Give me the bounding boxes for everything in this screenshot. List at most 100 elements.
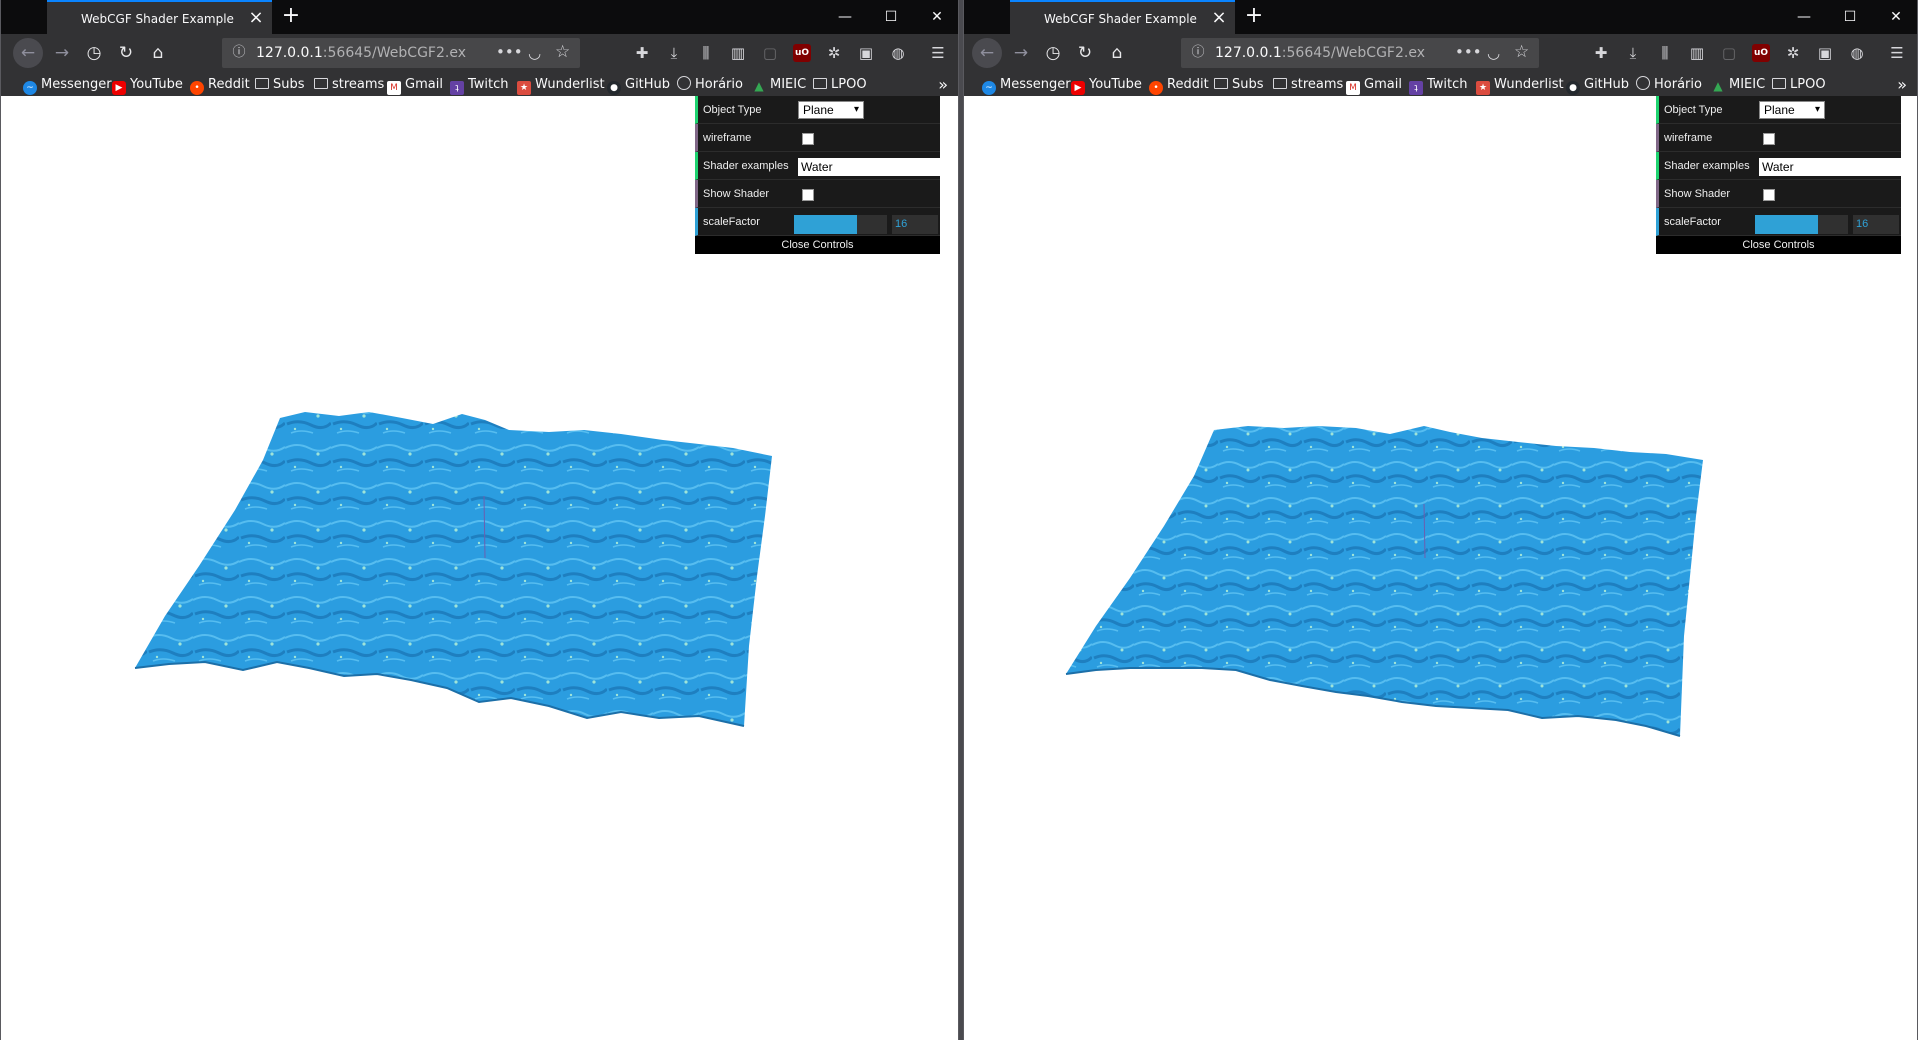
- bookmark-twitch[interactable]: ʇ Twitch: [1409, 76, 1468, 95]
- bookmark-subs[interactable]: Subs: [255, 76, 305, 94]
- bookmark-lpoo[interactable]: LPOO: [1772, 76, 1826, 94]
- home-icon[interactable]: ⌂: [143, 38, 173, 68]
- settings-gear-icon[interactable]: ✲: [823, 42, 845, 64]
- sidebar-icon[interactable]: ▥: [727, 42, 749, 64]
- minimize-icon[interactable]: —: [1781, 0, 1827, 34]
- extensions-icon[interactable]: ✚: [1590, 42, 1612, 64]
- bookmark-horario[interactable]: Horário: [677, 76, 743, 94]
- scale-factor-input[interactable]: 16: [1853, 215, 1899, 234]
- tab-active[interactable]: WebCGF Shader Example ×: [1010, 0, 1235, 34]
- bookmark-mieic[interactable]: ▲ MIEIC: [752, 76, 806, 94]
- maximize-icon[interactable]: ☐: [868, 0, 914, 34]
- bookmark-gmail[interactable]: M Gmail: [387, 76, 443, 95]
- bookmark-github[interactable]: ● GitHub: [1566, 76, 1629, 95]
- bookmark-reddit[interactable]: • Reddit: [190, 76, 250, 95]
- downloads-icon[interactable]: ⤓: [1622, 42, 1644, 64]
- gui-row-shader-examples: Shader examples Water: [1656, 152, 1901, 180]
- globe-icon[interactable]: ◍: [887, 42, 909, 64]
- globe-icon[interactable]: ◍: [1846, 42, 1868, 64]
- close-window-icon[interactable]: ✕: [914, 0, 958, 34]
- bookmark-wunderlist[interactable]: ★ Wunderlist: [517, 76, 605, 95]
- downloads-icon[interactable]: ⤓: [663, 42, 685, 64]
- bookmark-star-icon[interactable]: ☆: [555, 42, 570, 62]
- reload-icon[interactable]: ↻: [1070, 38, 1100, 68]
- extensions-icon[interactable]: ✚: [631, 42, 653, 64]
- show-shader-checkbox[interactable]: [1763, 189, 1775, 201]
- site-info-icon[interactable]: ⓘ: [230, 44, 248, 62]
- bookmark-youtube[interactable]: ▶ YouTube: [112, 76, 183, 95]
- url-text[interactable]: 127.0.0.1:56645/WebCGF2.ex5/e: [1215, 45, 1425, 61]
- library-icon[interactable]: ⫼: [1654, 42, 1676, 64]
- slider-fill: [794, 215, 858, 234]
- bookmark-youtube[interactable]: ▶ YouTube: [1071, 76, 1142, 95]
- forward-icon[interactable]: →: [1006, 38, 1036, 68]
- maximize-icon[interactable]: ☐: [1827, 0, 1873, 34]
- settings-gear-icon[interactable]: ✲: [1782, 42, 1804, 64]
- shader-examples-field[interactable]: Water: [1759, 158, 1901, 176]
- screenshot-icon[interactable]: ▢: [1718, 42, 1740, 64]
- bookmark-lpoo[interactable]: LPOO: [813, 76, 867, 94]
- bookmarks-overflow-icon[interactable]: »: [1897, 75, 1907, 94]
- bookmark-streams[interactable]: streams: [314, 76, 384, 94]
- extension-k-icon[interactable]: ▣: [855, 42, 877, 64]
- library-icon[interactable]: ⫼: [695, 42, 717, 64]
- scale-factor-input[interactable]: 16: [892, 215, 938, 234]
- menu-icon[interactable]: ☰: [1886, 42, 1908, 64]
- sidebar-icon[interactable]: ▥: [1686, 42, 1708, 64]
- bookmark-streams[interactable]: streams: [1273, 76, 1343, 94]
- close-controls-button[interactable]: Close Controls: [1656, 236, 1901, 254]
- history-icon[interactable]: ◷: [79, 38, 109, 68]
- site-info-icon[interactable]: ⓘ: [1189, 44, 1207, 62]
- bookmark-wunderlist[interactable]: ★ Wunderlist: [1476, 76, 1564, 95]
- object-type-select[interactable]: Plane ▾: [1759, 101, 1825, 119]
- tab-close-icon[interactable]: ×: [246, 8, 266, 28]
- gui-row-shader-examples: Shader examples Water: [695, 152, 940, 180]
- screenshot-icon[interactable]: ▢: [759, 42, 781, 64]
- minimize-icon[interactable]: —: [822, 0, 868, 34]
- ublock-icon[interactable]: uO: [1752, 44, 1770, 62]
- bookmarks-overflow-icon[interactable]: »: [938, 75, 948, 94]
- page-actions-icon[interactable]: •••: [496, 43, 523, 61]
- tab-title: WebCGF Shader Example: [1044, 12, 1197, 26]
- ublock-icon[interactable]: uO: [793, 44, 811, 62]
- wireframe-checkbox[interactable]: [1763, 133, 1775, 145]
- close-window-icon[interactable]: ✕: [1873, 0, 1917, 34]
- back-icon[interactable]: ←: [972, 38, 1002, 68]
- wireframe-checkbox[interactable]: [802, 133, 814, 145]
- reload-icon[interactable]: ↻: [111, 38, 141, 68]
- bookmark-messenger[interactable]: ~ Messenger: [982, 76, 1071, 95]
- history-icon[interactable]: ◷: [1038, 38, 1068, 68]
- bookmark-horario[interactable]: Horário: [1636, 76, 1702, 94]
- bookmark-twitch[interactable]: ʇ Twitch: [450, 76, 509, 95]
- scale-factor-slider[interactable]: [1755, 215, 1848, 234]
- messenger-icon: ~: [982, 81, 996, 95]
- url-bar[interactable]: ⓘ 127.0.0.1:56645/WebCGF2.ex5/e ••• ◡ ☆: [1181, 38, 1539, 68]
- back-icon[interactable]: ←: [13, 38, 43, 68]
- bookmark-gmail[interactable]: M Gmail: [1346, 76, 1402, 95]
- tab-close-icon[interactable]: ×: [1209, 8, 1229, 28]
- close-controls-button[interactable]: Close Controls: [695, 236, 940, 254]
- new-tab-icon[interactable]: +: [279, 4, 303, 28]
- bookmark-reddit[interactable]: • Reddit: [1149, 76, 1209, 95]
- url-text[interactable]: 127.0.0.1:56645/WebCGF2.ex5/e: [256, 45, 466, 61]
- gui-label: Shader examples: [703, 160, 789, 172]
- pocket-icon[interactable]: ◡: [528, 44, 541, 62]
- shader-examples-field[interactable]: Water: [798, 158, 940, 176]
- new-tab-icon[interactable]: +: [1242, 4, 1266, 28]
- page-actions-icon[interactable]: •••: [1455, 43, 1482, 61]
- home-icon[interactable]: ⌂: [1102, 38, 1132, 68]
- object-type-select[interactable]: Plane ▾: [798, 101, 864, 119]
- extension-k-icon[interactable]: ▣: [1814, 42, 1836, 64]
- pocket-icon[interactable]: ◡: [1487, 44, 1500, 62]
- forward-icon[interactable]: →: [47, 38, 77, 68]
- bookmark-github[interactable]: ● GitHub: [607, 76, 670, 95]
- bookmark-subs[interactable]: Subs: [1214, 76, 1264, 94]
- bookmark-star-icon[interactable]: ☆: [1514, 42, 1529, 62]
- url-bar[interactable]: ⓘ 127.0.0.1:56645/WebCGF2.ex5/e ••• ◡ ☆: [222, 38, 580, 68]
- show-shader-checkbox[interactable]: [802, 189, 814, 201]
- tab-active[interactable]: WebCGF Shader Example ×: [47, 0, 272, 34]
- scale-factor-slider[interactable]: [794, 215, 887, 234]
- menu-icon[interactable]: ☰: [927, 42, 949, 64]
- bookmark-mieic[interactable]: ▲ MIEIC: [1711, 76, 1765, 94]
- bookmark-messenger[interactable]: ~ Messenger: [23, 76, 112, 95]
